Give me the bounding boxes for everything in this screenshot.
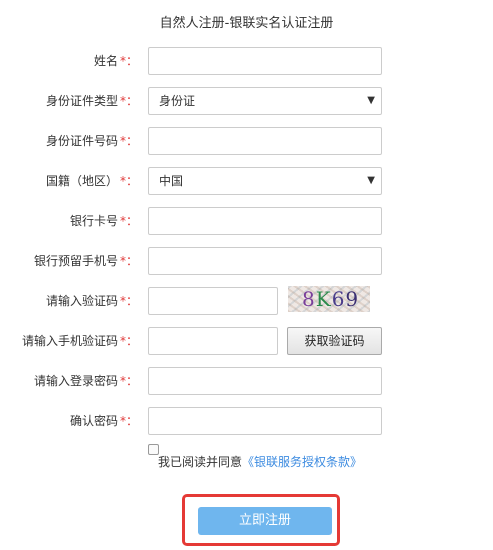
sms-code-input[interactable] xyxy=(148,327,278,355)
bank-phone-input[interactable] xyxy=(148,247,382,275)
agreement-text: 我已阅读并同意《银联服务授权条款》 xyxy=(158,455,363,469)
required-mark: *： xyxy=(119,374,138,388)
row-captcha: 请输入验证码 *： 8K69 xyxy=(0,286,493,315)
id-type-label: 身份证件类型 *： xyxy=(45,94,138,108)
row-password: 请输入登录密码 *： xyxy=(0,367,493,395)
triangle-down-icon: ▼ xyxy=(367,175,375,186)
captcha-image[interactable]: 8K69 xyxy=(288,286,370,312)
required-mark: *： xyxy=(119,174,138,188)
captcha-label: 请输入验证码 *： xyxy=(45,294,138,308)
required-mark: *： xyxy=(119,294,138,308)
bank-card-input[interactable] xyxy=(148,207,382,235)
bank-card-label: 银行卡号 *： xyxy=(69,214,138,228)
page-title: 自然人注册-银联实名认证注册 xyxy=(159,16,334,31)
captcha-input[interactable] xyxy=(148,287,278,315)
row-id-type: 身份证件类型 *： 身份证 ▼ xyxy=(0,87,493,115)
captcha-text: 8K69 xyxy=(302,287,360,311)
password-input[interactable] xyxy=(148,367,382,395)
agreement-link[interactable]: 《银联服务授权条款》 xyxy=(242,455,362,469)
confirm-password-input[interactable] xyxy=(148,407,382,435)
row-nationality: 国籍（地区） *： 中国 ▼ xyxy=(0,167,493,195)
required-mark: *： xyxy=(119,94,138,108)
bank-phone-label: 银行预留手机号 *： xyxy=(33,254,138,268)
password-label: 请输入登录密码 *： xyxy=(33,374,138,388)
row-name: 姓名 *： xyxy=(0,47,493,75)
row-sms-code: 请输入手机验证码 *： 获取验证码 xyxy=(0,327,493,355)
row-bank-card: 银行卡号 *： xyxy=(0,207,493,235)
required-mark: *： xyxy=(119,134,138,148)
required-mark: *： xyxy=(119,214,138,228)
triangle-down-icon: ▼ xyxy=(367,95,375,106)
id-number-label: 身份证件号码 *： xyxy=(45,134,138,148)
register-button[interactable]: 立即注册 xyxy=(198,507,332,535)
row-confirm-password: 确认密码 *： xyxy=(0,407,493,435)
required-mark: *： xyxy=(119,334,138,348)
required-mark: *： xyxy=(119,54,138,68)
id-number-input[interactable] xyxy=(148,127,382,155)
confirm-password-label: 确认密码 *： xyxy=(69,414,138,428)
name-label: 姓名 *： xyxy=(93,54,138,68)
id-type-value: 身份证 xyxy=(159,94,196,108)
id-type-select[interactable]: 身份证 ▼ xyxy=(148,87,382,115)
nationality-value: 中国 xyxy=(159,174,184,188)
required-mark: *： xyxy=(119,414,138,428)
required-mark: *： xyxy=(119,254,138,268)
get-sms-code-button[interactable]: 获取验证码 xyxy=(287,327,382,355)
nationality-select[interactable]: 中国 ▼ xyxy=(148,167,382,195)
row-id-number: 身份证件号码 *： xyxy=(0,127,493,155)
sms-code-label: 请输入手机验证码 *： xyxy=(21,334,138,348)
row-bank-phone: 银行预留手机号 *： xyxy=(0,247,493,275)
nationality-label: 国籍（地区） *： xyxy=(45,174,138,188)
name-input[interactable] xyxy=(148,47,382,75)
